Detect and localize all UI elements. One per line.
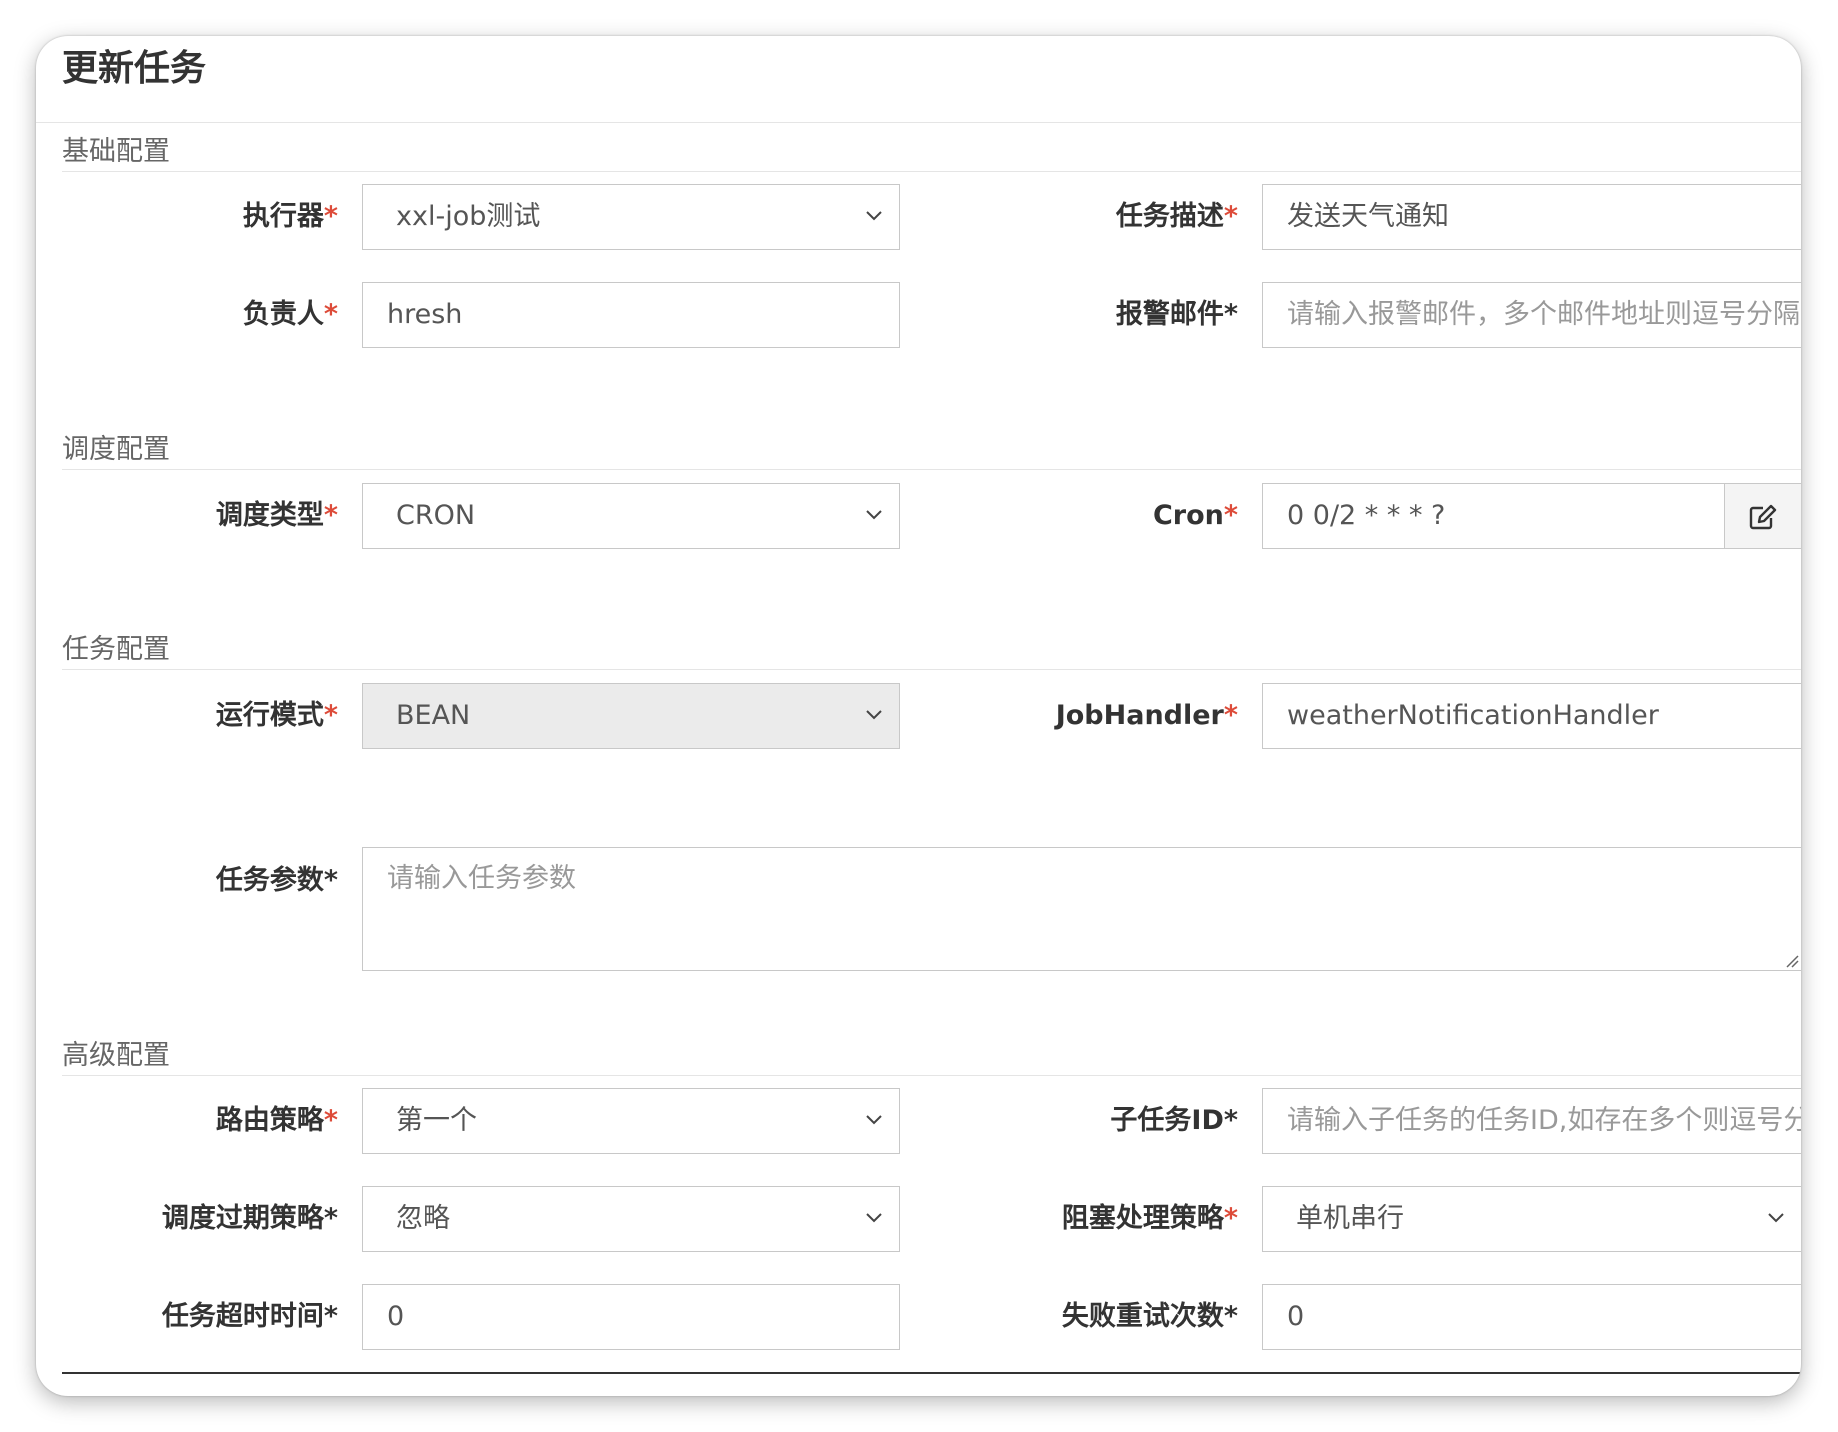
alarm-email-input[interactable]: 请输入报警邮件，多个邮件地址则逗号分隔	[1262, 282, 1801, 348]
footer-divider	[62, 1372, 1801, 1374]
modal-title: 更新任务	[62, 48, 207, 89]
child-job-id-input[interactable]: 请输入子任务的任务ID,如存在多个则逗号分隔	[1262, 1088, 1801, 1154]
author-label: 负责人*	[242, 299, 338, 330]
timeout-label: 任务超时时间*	[161, 1301, 338, 1332]
fail-retry-label: 失败重试次数*	[1061, 1301, 1238, 1332]
resize-grip-icon[interactable]	[1785, 954, 1799, 968]
chevron-down-icon	[866, 510, 882, 520]
executor-label: 执行器*	[242, 201, 338, 232]
edit-icon	[1749, 504, 1777, 530]
chevron-down-icon	[866, 1213, 882, 1223]
section-task-legend: 任务配置	[62, 632, 1801, 671]
fail-retry-input[interactable]: 0	[1262, 1284, 1801, 1350]
timeout-input[interactable]: 0	[362, 1284, 900, 1350]
job-handler-input[interactable]: weatherNotificationHandler	[1262, 683, 1801, 749]
block-strategy-select[interactable]: 单机串行	[1262, 1186, 1801, 1252]
schedule-type-select[interactable]: CRON	[362, 483, 900, 549]
update-task-modal: 更新任务 基础配置 执行器* xxl-job测试 任务描述* 发送天气通知 负责…	[36, 36, 1801, 1396]
chevron-down-icon	[1768, 1213, 1784, 1223]
chevron-down-icon	[866, 710, 882, 720]
executor-select[interactable]: xxl-job测试	[362, 184, 900, 250]
route-strategy-label: 路由策略*	[215, 1105, 338, 1136]
chevron-down-icon	[866, 1115, 882, 1125]
misfire-strategy-label: 调度过期策略*	[161, 1203, 338, 1234]
cron-label: Cron*	[1152, 500, 1238, 531]
block-strategy-label: 阻塞处理策略*	[1061, 1203, 1238, 1234]
job-param-textarea[interactable]: 请输入任务参数	[362, 847, 1801, 971]
glue-type-select[interactable]: BEAN	[362, 683, 900, 749]
schedule-type-label: 调度类型*	[215, 500, 338, 531]
section-basic-legend: 基础配置	[62, 134, 1801, 173]
section-schedule-legend: 调度配置	[62, 432, 1801, 471]
glue-type-label: 运行模式*	[215, 700, 338, 731]
job-handler-label: JobHandler*	[1055, 700, 1238, 731]
job-param-label: 任务参数*	[215, 865, 338, 896]
modal-header: 更新任务	[36, 36, 1801, 123]
chevron-down-icon	[866, 211, 882, 221]
job-desc-label: 任务描述*	[1115, 201, 1238, 232]
author-input[interactable]: hresh	[362, 282, 900, 348]
misfire-strategy-select[interactable]: 忽略	[362, 1186, 900, 1252]
section-advanced-legend: 高级配置	[62, 1038, 1801, 1077]
alarm-email-label: 报警邮件*	[1115, 299, 1238, 330]
route-strategy-select[interactable]: 第一个	[362, 1088, 900, 1154]
cron-edit-button[interactable]	[1724, 483, 1801, 549]
child-job-id-label: 子任务ID*	[1110, 1105, 1238, 1136]
job-desc-input[interactable]: 发送天气通知	[1262, 184, 1801, 250]
cron-input[interactable]: 0 0/2 * * * ?	[1262, 483, 1726, 549]
